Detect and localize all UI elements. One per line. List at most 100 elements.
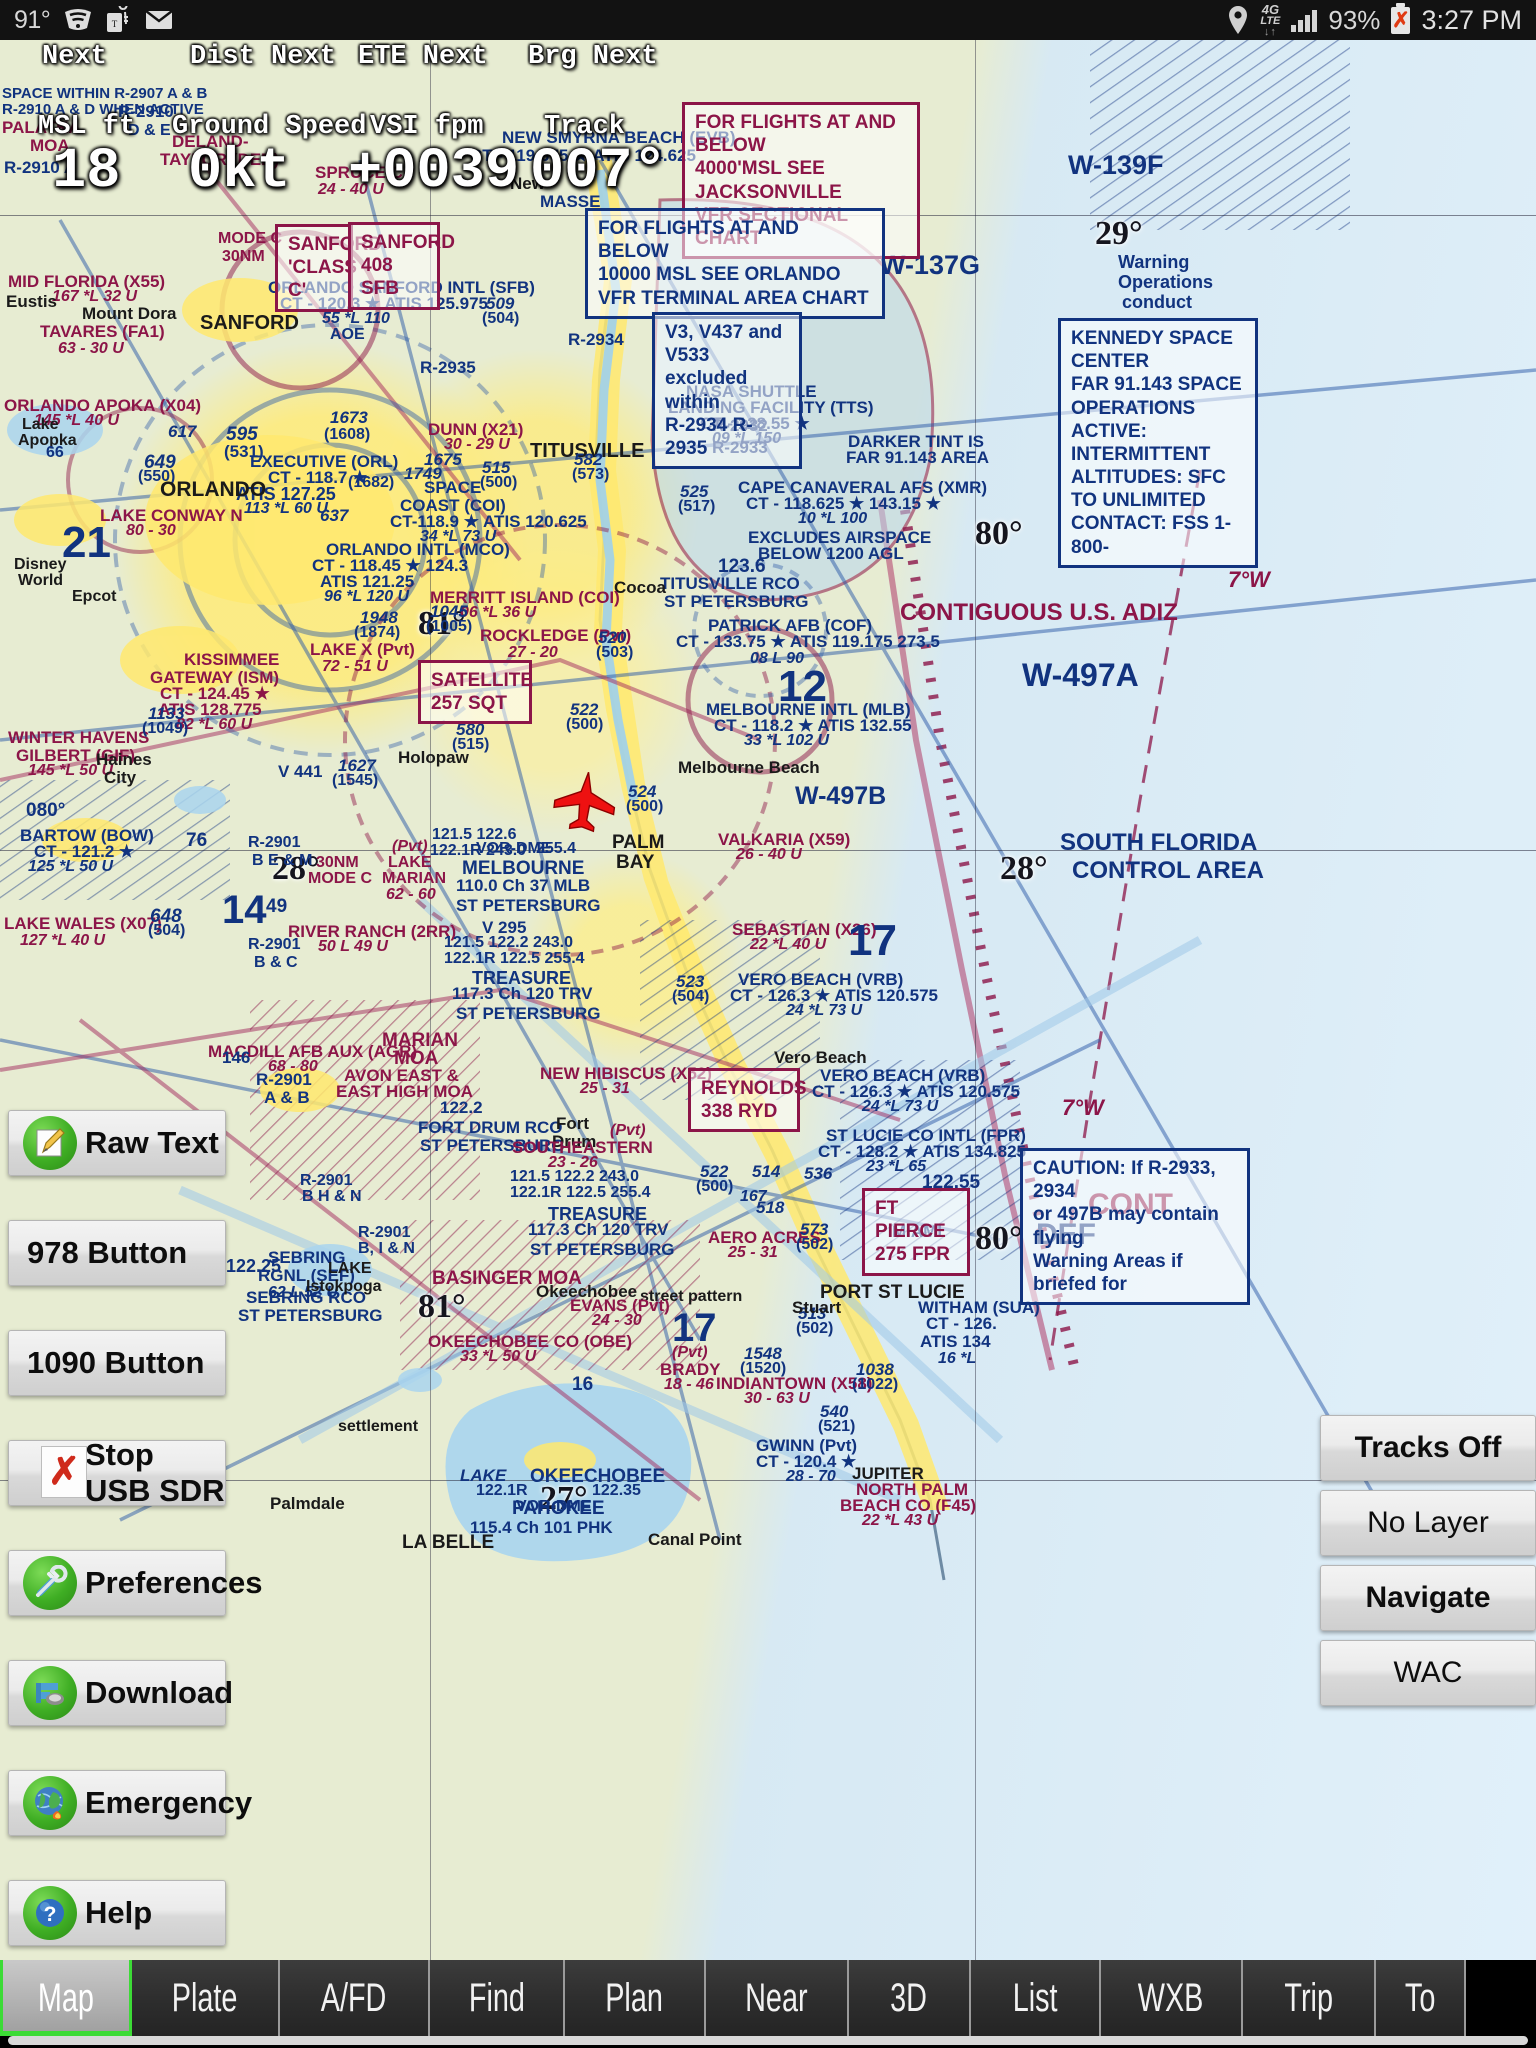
left-menu-item-help[interactable]: ? Help [8, 1880, 226, 1946]
left-menu-label-raw-text: Raw Text [85, 1125, 219, 1160]
chart-boxed-note: SANFORD 408 SFB [348, 222, 455, 310]
chart-text-label: (1022) [852, 1376, 899, 1393]
latitude-label: 29° [1095, 215, 1143, 252]
chart-boxed-note: FT PIERCE 275 FPR [862, 1188, 970, 1276]
chart-text-label: 72 - 51 U [322, 658, 388, 675]
left-menu-item-download[interactable]: Download [8, 1660, 233, 1726]
question-icon: ? [23, 1886, 77, 1940]
chart-text-label: FAR 91.143 AREA [846, 448, 989, 467]
left-menu-label-preferences: Preferences [85, 1565, 263, 1600]
envelope-icon [145, 9, 174, 31]
chart-text-label: TITUSVILLE RCO [660, 574, 800, 593]
chart-text-label: 62 - 60 [386, 886, 436, 903]
left-menu-item-raw-text[interactable]: Raw Text [8, 1110, 226, 1176]
chart-text-label: ORLANDO [160, 478, 267, 501]
signal-bars-icon [1291, 8, 1318, 32]
chart-text-label: FORT DRUM RCO [418, 1118, 563, 1137]
chart-text-label: 25 - 31 [580, 1080, 630, 1097]
chart-text-label: W-497B [795, 782, 887, 810]
chart-text-label: Mount Dora [82, 304, 177, 323]
latitude-label: 28° [1000, 850, 1048, 887]
right-menu-label-tracks-toggle: Tracks Off [1354, 1431, 1502, 1464]
chart-text-label: 49 [266, 896, 288, 917]
tab-tools-label: To [1404, 1975, 1436, 2020]
left-menu-label-stop-usb-sdr: Stop USB SDR [85, 1437, 225, 1508]
chart-text-label: ST PETERSBURG [456, 896, 601, 915]
tab-near-label: Near [745, 1975, 808, 2020]
left-menu-item-1090-button[interactable]: 1090 Button [8, 1330, 226, 1396]
chart-text-label: 14 [222, 888, 267, 932]
tab-3d[interactable]: 3D [849, 1960, 971, 2036]
chart-boxed-note: KENNEDY SPACE CENTER FAR 91.143 SPACE OP… [1058, 318, 1258, 568]
right-menu-item-navigate[interactable]: Navigate [1320, 1565, 1536, 1631]
chart-text-label: (504) [672, 988, 710, 1005]
chart-text-label: Stuart [792, 1298, 842, 1317]
chart-text-label: 536 [804, 1164, 833, 1183]
left-menu-item-stop-usb-sdr[interactable]: ✗ Stop USB SDR [8, 1437, 226, 1508]
chart-text-label: ST PETERSBURG [664, 592, 809, 611]
chart-text-label: 33 *L 102 U [744, 732, 830, 749]
chart-text-label: (1545) [332, 772, 379, 789]
tab-plate[interactable]: Plate [132, 1960, 280, 2036]
tab-afd[interactable]: A/FD [280, 1960, 430, 2036]
battery-percent-label: 93% [1328, 4, 1381, 35]
chart-text-label: MOA [30, 136, 70, 155]
chart-text-label: Vero Beach [774, 1048, 867, 1067]
own-aircraft-marker [551, 770, 619, 837]
tab-scrollbar[interactable] [8, 2036, 1528, 2045]
chart-text-label: SOUTH FLORIDA [1060, 829, 1258, 856]
chart-text-label: R-2901 [248, 834, 301, 851]
chart-text-label: CT - 119.675 ★ ATIS 124.625 [470, 146, 696, 165]
chart-text-label: 1675 [424, 450, 462, 469]
chart-text-label: CONTROL AREA [1072, 857, 1264, 884]
chart-text-label: R-2934 [568, 330, 624, 349]
left-menu-item-emergency[interactable]: Emergency [8, 1770, 252, 1836]
right-menu-item-tracks-toggle[interactable]: Tracks Off [1320, 1415, 1536, 1481]
left-menu-item-preferences[interactable]: Preferences [8, 1550, 263, 1616]
longitude-label: 81° [418, 1288, 466, 1325]
longitude-gridline [430, 40, 431, 2000]
tab-map[interactable]: Map [0, 1960, 132, 2036]
chart-text-label: (Pvt) [392, 838, 428, 855]
chart-text-label: 25 - 31 [728, 1244, 778, 1261]
tab-trip[interactable]: Trip [1243, 1960, 1376, 2036]
chart-boxed-note: REYNOLDS 338 RYD [688, 1068, 807, 1133]
tab-find[interactable]: Find [430, 1960, 565, 2036]
chart-text-label: 96 *L 120 U [324, 588, 410, 605]
svg-text:?: ? [44, 1903, 57, 1926]
tab-wxb[interactable]: WXB [1101, 1960, 1243, 2036]
keytag-icon: T [106, 6, 132, 34]
chart-boxed-note: SANFORD 'CLASS C' [275, 224, 382, 312]
chart-text-label: TAYLOR (DED) [160, 150, 279, 169]
chart-text-label: 24 *L 73 U [862, 1098, 939, 1115]
tab-plan[interactable]: Plan [565, 1960, 706, 2036]
chart-text-label: B & C [254, 954, 298, 971]
chart-text-label: 18 - 46 [664, 1376, 714, 1393]
chart-text-label: 167 [740, 1188, 767, 1205]
chart-text-label: (504) [482, 310, 520, 327]
status-bar-left: 91° T [14, 6, 174, 35]
chart-text-label: 10 *L 100 [798, 510, 868, 527]
download-icon [23, 1666, 77, 1720]
chart-text-label: Fort [556, 1114, 590, 1133]
chart-boxed-note: SATELLITE 257 SQT [418, 660, 533, 725]
chart-text-label: Canal Point [648, 1530, 742, 1549]
chart-text-label: City [104, 768, 137, 787]
chart-text-label: 80 - 30 [126, 522, 176, 539]
right-menu-item-chart-type[interactable]: WAC [1320, 1640, 1536, 1706]
tab-list[interactable]: List [971, 1960, 1101, 2036]
tab-near[interactable]: Near [706, 1960, 849, 2036]
chart-text-label: 127 *L 40 U [20, 932, 106, 949]
chart-text-label: 080° [26, 800, 66, 821]
chart-text-label: World [18, 572, 64, 589]
clock-label: 3:27 PM [1421, 4, 1522, 35]
chart-text-label: Palmdale [270, 1494, 345, 1513]
chart-text-label: Operations [1118, 272, 1214, 292]
right-menu-label-navigate: Navigate [1365, 1581, 1491, 1614]
tab-tools[interactable]: To [1376, 1960, 1466, 2036]
right-menu-label-layer-select: No Layer [1367, 1506, 1489, 1539]
chart-text-label: 7°W [1062, 1095, 1104, 1120]
right-menu-item-layer-select[interactable]: No Layer [1320, 1490, 1536, 1556]
left-menu-item-978-button[interactable]: 978 Button [8, 1220, 226, 1286]
chart-text-label: WINTER HAVENS [8, 728, 150, 747]
